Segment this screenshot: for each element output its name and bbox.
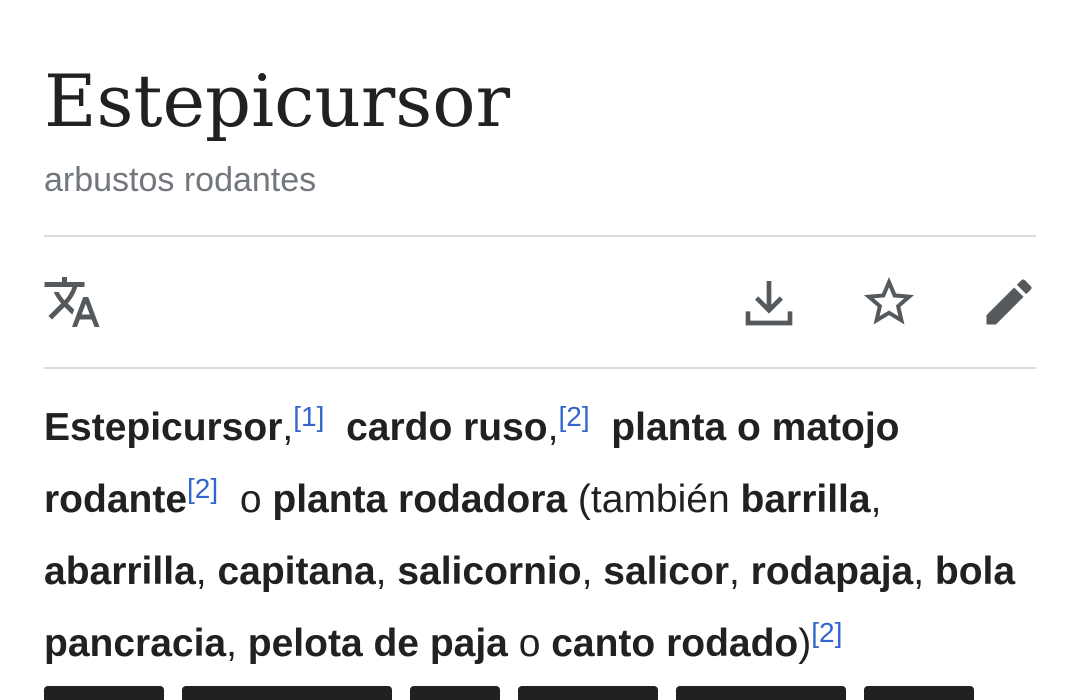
page-subtitle: arbustos rodantes: [44, 161, 317, 199]
punct: ,: [870, 478, 882, 521]
star-icon: [864, 277, 914, 325]
term-estepicursor: Estepicursor: [44, 406, 283, 449]
divider-bottom: [44, 367, 1036, 369]
reference-link-1[interactable]: [1]: [293, 401, 324, 432]
punct: ,: [375, 550, 398, 593]
punct: ,: [226, 622, 248, 665]
divider-top: [44, 235, 1036, 237]
watch-button[interactable]: [857, 270, 921, 334]
page-actions-toolbar: [44, 270, 1036, 340]
punct: ,: [547, 406, 559, 449]
reference-link-2[interactable]: [2]: [558, 401, 589, 432]
article-intro-paragraph: Estepicursor,[1] cardo ruso,[2] planta o…: [44, 392, 1036, 680]
text-segment: o: [229, 478, 273, 521]
translate-icon: [44, 277, 100, 327]
punct: ,: [282, 406, 294, 449]
term-barrilla: barrilla: [740, 478, 871, 521]
article-page: Estepicursor arbustos rodantes Estepicur…: [0, 0, 1080, 700]
term-abarrilla: abarrilla: [44, 550, 196, 593]
term-salicor: salicor: [603, 550, 729, 593]
reference-link-2b[interactable]: [2]: [187, 473, 218, 504]
punct: ): [798, 622, 812, 665]
term-planta-rodadora: planta rodadora: [272, 478, 568, 521]
text-segment: o: [507, 622, 552, 665]
punct: ,: [913, 550, 935, 593]
download-icon: [745, 281, 793, 326]
page-title: Estepicursor: [44, 59, 510, 143]
reference-link-2c[interactable]: [2]: [811, 617, 842, 648]
next-line-cutoff: [44, 686, 1036, 700]
text-segment: (también: [567, 478, 741, 521]
term-salicornio: salicornio: [397, 550, 582, 593]
article-header: Estepicursor arbustos rodantes: [44, 58, 1036, 202]
term-canto-rodado: canto rodado: [551, 622, 799, 665]
punct: ,: [729, 550, 751, 593]
punct: ,: [581, 550, 604, 593]
pencil-icon: [986, 279, 1032, 325]
term-pelota-de-paja: pelota de paja: [247, 622, 508, 665]
language-button[interactable]: [40, 270, 104, 334]
term-capitana: capitana: [217, 550, 376, 593]
term-rodapaja: rodapaja: [750, 550, 914, 593]
download-button[interactable]: [737, 270, 801, 334]
punct: ,: [195, 550, 218, 593]
term-cardo-ruso: cardo ruso: [346, 406, 548, 449]
edit-button[interactable]: [977, 270, 1041, 334]
